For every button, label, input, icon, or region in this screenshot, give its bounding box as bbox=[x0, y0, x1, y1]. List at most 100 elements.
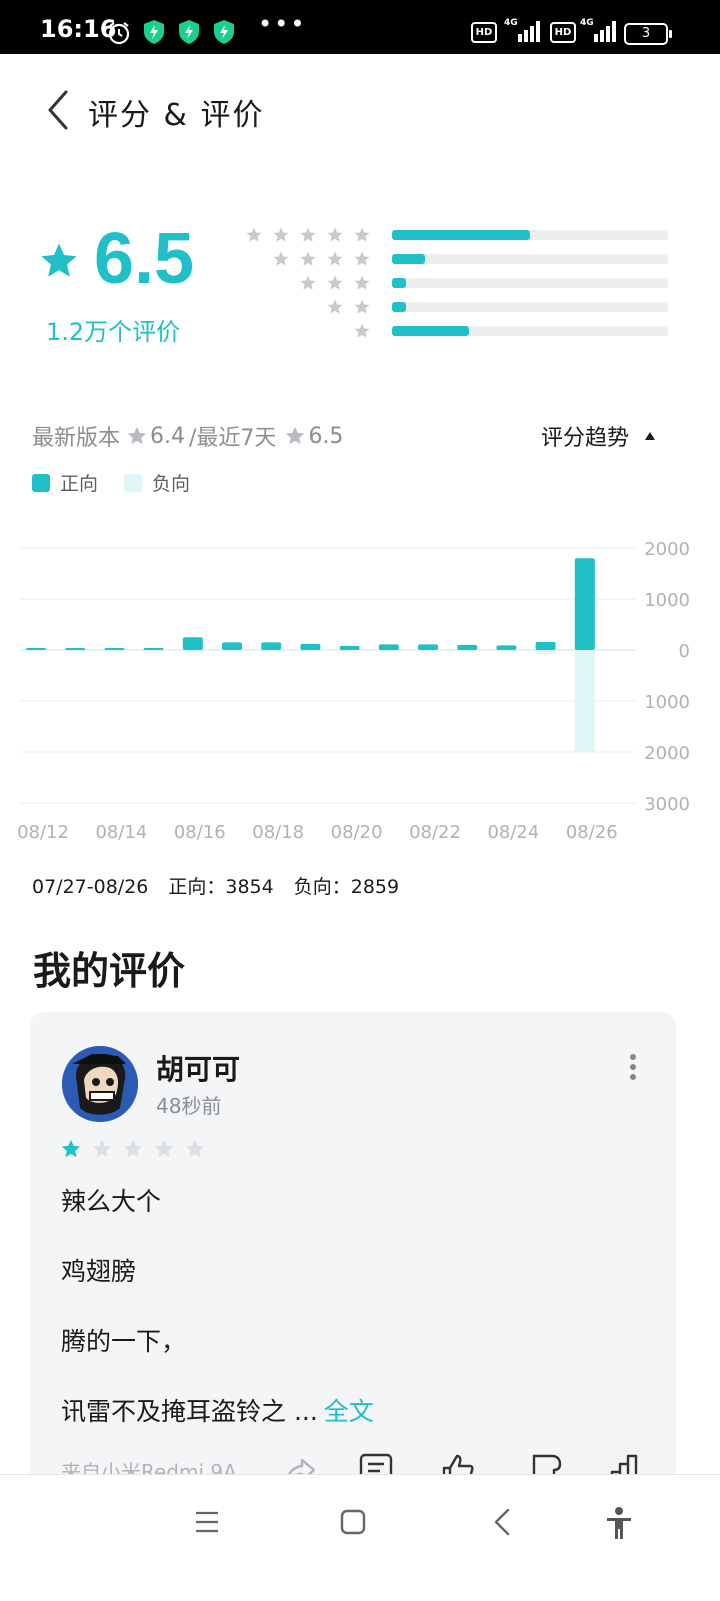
star-empty-icon bbox=[154, 1139, 174, 1158]
shield-icon bbox=[179, 20, 199, 44]
distribution-stars bbox=[272, 250, 371, 268]
accessibility-icon[interactable] bbox=[604, 1507, 634, 1541]
bar-positive[interactable] bbox=[300, 643, 321, 650]
star-empty-icon bbox=[185, 1139, 205, 1158]
star-icon bbox=[286, 426, 305, 445]
back-nav-icon[interactable] bbox=[488, 1507, 518, 1537]
bar-negative[interactable] bbox=[574, 650, 595, 752]
x-tick-label: 08/12 bbox=[17, 822, 69, 843]
star-icon bbox=[273, 251, 289, 266]
review-rating-stars bbox=[60, 1138, 206, 1160]
y-tick-label: 0 bbox=[679, 641, 690, 662]
star-empty-icon bbox=[92, 1139, 112, 1158]
distribution-stars bbox=[326, 298, 371, 316]
star-icon bbox=[300, 275, 316, 290]
star-icon bbox=[354, 323, 370, 338]
shield-icon bbox=[144, 20, 164, 44]
avatar-image bbox=[62, 1046, 138, 1122]
distribution-track bbox=[392, 302, 668, 312]
x-tick-label: 08/18 bbox=[252, 822, 304, 843]
star-icon bbox=[354, 251, 370, 266]
status-time: 16:16 bbox=[40, 15, 117, 43]
signal-icon: 4G bbox=[580, 18, 616, 42]
more-options-icon[interactable] bbox=[625, 1052, 641, 1082]
user-name: 胡可可 bbox=[156, 1053, 241, 1086]
review-card: 胡可可 48秒前 辣么大个 鸡翅膀 腾的一下， 讯雷不及掩耳盗铃之 ... 全文 … bbox=[30, 1012, 676, 1492]
y-tick-label: 3000 bbox=[644, 794, 690, 815]
latest-version-score: 6.4 bbox=[150, 423, 186, 449]
network-type: 4G bbox=[504, 18, 518, 28]
bar-positive[interactable] bbox=[496, 645, 517, 650]
star-empty-icon bbox=[123, 1139, 143, 1158]
home-icon[interactable] bbox=[338, 1507, 368, 1537]
star-icon bbox=[127, 426, 147, 445]
latest-version-label: 最新版本 bbox=[32, 426, 121, 451]
star-icon bbox=[273, 227, 289, 242]
alarm-icon bbox=[108, 22, 130, 45]
recent-score: 6.5 bbox=[308, 423, 344, 449]
bar-positive[interactable] bbox=[143, 648, 164, 650]
review-time: 48秒前 bbox=[156, 1094, 222, 1118]
bar-positive[interactable] bbox=[457, 644, 478, 650]
x-tick-label: 08/16 bbox=[174, 822, 226, 843]
bar-positive[interactable] bbox=[222, 642, 242, 650]
bar-positive[interactable] bbox=[535, 641, 556, 650]
bar-positive[interactable] bbox=[261, 642, 282, 650]
star-icon bbox=[246, 227, 262, 242]
distribution-row-2-star bbox=[250, 298, 670, 316]
star-icon bbox=[327, 275, 343, 290]
distribution-stars bbox=[353, 322, 371, 340]
bar-positive[interactable] bbox=[26, 648, 46, 650]
bar-positive[interactable] bbox=[339, 645, 360, 650]
x-tick-label: 08/26 bbox=[566, 822, 618, 843]
menu-icon[interactable] bbox=[192, 1507, 222, 1537]
x-tick-label: 08/22 bbox=[409, 822, 461, 843]
rating-trend-button[interactable]: 评分趋势 bbox=[541, 420, 657, 452]
distribution-fill bbox=[392, 326, 470, 336]
y-tick-label: 1000 bbox=[644, 692, 690, 713]
chart-legend: 正向 负向 bbox=[32, 469, 190, 496]
review-text-truncated: 讯雷不及掩耳盗铃之 ... bbox=[61, 1397, 318, 1426]
overall-score: 6.5 bbox=[94, 219, 195, 299]
star-icon bbox=[327, 299, 343, 314]
more-notifications-icon: ••• bbox=[258, 10, 307, 38]
bar-positive[interactable] bbox=[104, 648, 125, 650]
bar-positive[interactable] bbox=[65, 648, 86, 650]
distribution-stars bbox=[299, 274, 371, 292]
distribution-track bbox=[392, 326, 668, 336]
legend-negative: 负向 bbox=[152, 473, 191, 495]
distribution-row-5-star bbox=[246, 226, 670, 244]
app-header: 评分 & 评价 bbox=[0, 54, 720, 164]
full-text-link[interactable]: 全文 bbox=[324, 1397, 374, 1426]
y-tick-label: 2000 bbox=[644, 743, 690, 764]
distribution-row-1-star bbox=[250, 322, 670, 340]
star-icon bbox=[327, 251, 343, 266]
triangle-up-icon bbox=[645, 432, 656, 440]
avatar[interactable] bbox=[62, 1046, 138, 1122]
review-line-2: 鸡翅膀 bbox=[61, 1257, 137, 1286]
summary-positive: 正向：3854 bbox=[168, 876, 274, 898]
x-tick-label: 08/24 bbox=[487, 822, 539, 843]
star-icon bbox=[354, 275, 370, 290]
bar-positive[interactable] bbox=[182, 637, 203, 650]
bar-positive[interactable] bbox=[378, 644, 399, 650]
x-tick-label: 08/14 bbox=[95, 822, 147, 843]
trend-label: 评分趋势 bbox=[541, 426, 630, 451]
back-icon[interactable] bbox=[40, 88, 76, 132]
distribution-fill bbox=[392, 278, 406, 288]
legend-positive: 正向 bbox=[60, 473, 99, 495]
network-type: 4G bbox=[580, 18, 594, 28]
bar-positive[interactable] bbox=[418, 644, 438, 650]
version-rating-line: 最新版本 6.4 /最近7天 6.5 bbox=[32, 420, 343, 452]
bar-negative[interactable] bbox=[535, 650, 556, 655]
distribution-track bbox=[392, 230, 668, 240]
legend-swatch-negative bbox=[124, 473, 143, 492]
distribution-row-3-star bbox=[250, 274, 670, 292]
distribution-fill bbox=[392, 302, 406, 312]
distribution-fill bbox=[392, 254, 426, 264]
bar-positive[interactable] bbox=[574, 558, 595, 650]
distribution-fill bbox=[392, 230, 530, 240]
hd-badge: HD bbox=[471, 22, 497, 43]
period-summary: 07/27-08/26 正向：3854 负向：2859 bbox=[32, 872, 419, 899]
review-count: 1.2万个评价 bbox=[46, 318, 181, 346]
